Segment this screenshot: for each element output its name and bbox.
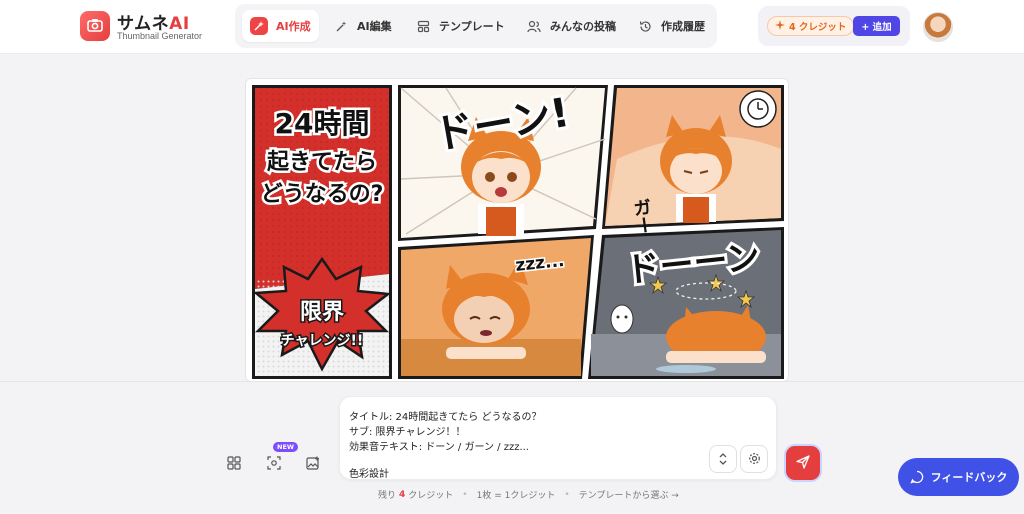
nav-label: 作成履歴 (661, 20, 705, 33)
nav-ai-edit[interactable]: AI編集 (325, 10, 400, 42)
camera-icon (87, 17, 103, 36)
credit-info-bar: 残り 4 クレジット • 1枚 = 1クレジット • テンプレートから選ぶ → (378, 488, 679, 502)
nav-label: AI作成 (276, 20, 311, 33)
app-subtitle: Thumbnail Generator (117, 31, 203, 41)
credit-balance-label: 4 クレジット (789, 22, 847, 33)
face-scan-icon (267, 455, 281, 474)
add-image-button[interactable] (302, 453, 324, 475)
remaining-suffix: クレジット (408, 491, 454, 501)
prompt-line: 効果音テキスト: ドーン / ガーン / zzz... (349, 442, 529, 453)
nav-ai-create[interactable]: AI作成 (242, 10, 319, 42)
comic-title-line-2: 起きてたら (266, 150, 377, 175)
feedback-button[interactable]: フィードバック (898, 458, 1019, 496)
separator-dot: • (462, 489, 468, 500)
template-icon (415, 18, 431, 34)
comic-title-line-3: どうなるの? (261, 182, 384, 207)
face-scan-button[interactable] (263, 453, 285, 475)
top-header: サムネAI Thumbnail Generator AI作成 AI編集 テンプレ… (0, 0, 1024, 54)
settings-button[interactable] (740, 445, 768, 473)
nav-label: AI編集 (357, 20, 392, 33)
prompt-line: 色彩設計 (349, 469, 389, 480)
comic-burst-line-1: 限界 (300, 300, 344, 325)
app-logo[interactable] (80, 11, 110, 41)
nav-label: みんなの投稿 (550, 20, 616, 33)
users-icon (526, 18, 542, 34)
remaining-count: 4 (399, 489, 406, 500)
grid-icon (227, 455, 241, 474)
new-badge: NEW (273, 442, 299, 452)
sparkle-icon (775, 19, 785, 33)
grid-view-button[interactable] (223, 453, 245, 475)
sparkle-wand-icon (250, 17, 268, 35)
nav-templates[interactable]: テンプレート (407, 10, 513, 42)
avatar[interactable] (923, 12, 953, 42)
history-icon (637, 18, 653, 34)
feedback-label: フィードバック (930, 471, 1008, 484)
nav-label: テンプレート (439, 20, 505, 33)
gear-icon (748, 450, 761, 469)
separator-dot: • (564, 489, 570, 500)
prompt-line: タイトル: 24時間起きてたら どうなるの？ (349, 412, 542, 423)
credit-rate: 1枚 = 1クレジット (476, 491, 556, 501)
credit-balance[interactable]: 4 クレジット (767, 16, 855, 36)
expand-button[interactable] (709, 445, 737, 473)
nav-history[interactable]: 作成履歴 (629, 10, 713, 42)
chat-bubble-icon (909, 470, 924, 484)
send-button[interactable] (786, 446, 820, 480)
prompt-textarea[interactable]: タイトル: 24時間起きてたら どうなるの？ サブ: 限界チャレンジ！！ 効果音… (339, 396, 777, 480)
prompt-line: サブ: 限界チャレンジ！！ (349, 427, 466, 438)
main-nav: AI作成 AI編集 テンプレート みんなの投稿 作成履歴 (235, 4, 717, 48)
send-icon (796, 454, 810, 473)
comic-illustration: 24時間 起きてたら どうなるの? 限界 チャレンジ!! ドーン! ガーン zz… (246, 79, 788, 381)
image-plus-icon (306, 455, 320, 474)
comic-title-line-1: 24時間 (275, 107, 370, 140)
chevron-up-down-icon (718, 450, 728, 469)
add-credit-button[interactable]: + 追加 (853, 16, 900, 36)
template-link[interactable]: テンプレートから選ぶ → (579, 488, 679, 501)
comic-burst-line-2: チャレンジ!! (281, 333, 364, 349)
generated-thumbnail[interactable]: 24時間 起きてたら どうなるの? 限界 チャレンジ!! ドーン! ガーン zz… (245, 78, 789, 382)
magic-wand-icon (333, 18, 349, 34)
nav-community-posts[interactable]: みんなの投稿 (518, 10, 624, 42)
remaining-prefix: 残り (378, 491, 397, 501)
